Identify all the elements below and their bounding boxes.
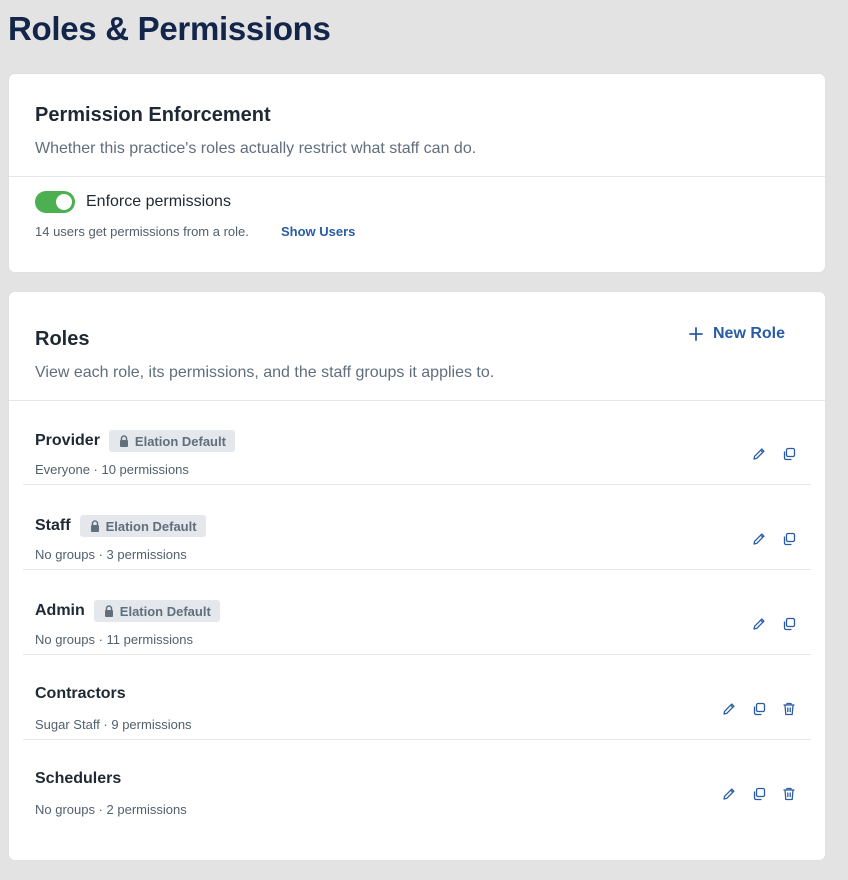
show-users-link[interactable]: Show Users: [281, 224, 355, 239]
plus-icon: [689, 327, 703, 341]
duplicate-icon[interactable]: [751, 701, 767, 717]
default-badge: Elation Default: [93, 600, 220, 622]
enforcement-subtitle: Whether this practice's roles actually r…: [35, 140, 477, 157]
duplicate-icon[interactable]: [751, 786, 767, 802]
duplicate-icon[interactable]: [781, 531, 797, 547]
users-count-note: 14 users get permissions from a role.: [35, 224, 249, 239]
role-actions: [751, 531, 797, 547]
role-name-line: Provider Elation Default: [35, 430, 235, 452]
default-badge: Elation Default: [108, 430, 235, 452]
roles-card-header: Roles View each role, its permissions, a…: [9, 292, 825, 401]
role-row: Admin Elation Default No groups · 11 per…: [23, 570, 811, 655]
duplicate-icon[interactable]: [781, 616, 797, 632]
edit-icon[interactable]: [751, 616, 767, 632]
enforcement-heading: Permission Enforcement: [35, 104, 271, 126]
role-meta: No groups · 3 permissions: [35, 547, 187, 562]
lock-icon: [104, 605, 113, 617]
role-name: Admin: [35, 602, 85, 619]
badge-label: Elation Default: [119, 603, 211, 619]
enforce-permissions-row: Enforce permissions: [35, 191, 231, 213]
roles-subtitle: View each role, its permissions, and the…: [35, 364, 495, 381]
role-actions: [751, 446, 797, 462]
default-badge: Elation Default: [79, 515, 206, 537]
badge-label: Elation Default: [105, 518, 197, 534]
role-name-line: Staff Elation Default: [35, 515, 206, 537]
duplicate-icon[interactable]: [781, 446, 797, 462]
role-actions: [721, 786, 797, 802]
roles-heading: Roles: [35, 328, 90, 350]
trash-icon[interactable]: [781, 701, 797, 717]
new-role-button[interactable]: New Role: [689, 325, 785, 343]
edit-icon[interactable]: [721, 701, 737, 717]
badge-label: Elation Default: [134, 433, 226, 449]
lock-icon: [119, 435, 128, 447]
role-meta: No groups · 2 permissions: [35, 802, 187, 817]
permission-enforcement-card: Permission Enforcement Whether this prac…: [9, 74, 825, 272]
role-meta: Sugar Staff · 9 permissions: [35, 717, 192, 732]
role-name-line: Admin Elation Default: [35, 600, 220, 622]
role-meta: No groups · 11 permissions: [35, 632, 193, 647]
roles-permissions-page: Roles & Permissions Permission Enforceme…: [0, 0, 848, 880]
lock-icon: [90, 520, 99, 532]
role-name-line: Schedulers: [35, 770, 121, 788]
role-actions: [721, 701, 797, 717]
role-name: Schedulers: [35, 770, 122, 787]
role-meta: Everyone · 10 permissions: [35, 462, 189, 477]
role-row: Staff Elation Default No groups · 3 perm…: [23, 485, 811, 570]
enforce-permissions-label: Enforce permissions: [86, 193, 231, 210]
role-row: Provider Elation Default Everyone · 10 p…: [23, 400, 811, 485]
role-actions: [751, 616, 797, 632]
edit-icon[interactable]: [721, 786, 737, 802]
trash-icon[interactable]: [781, 786, 797, 802]
role-name: Contractors: [35, 685, 126, 702]
role-list: Provider Elation Default Everyone · 10 p…: [23, 400, 811, 824]
page-title: Roles & Permissions: [8, 10, 331, 47]
role-name-line: Contractors: [35, 685, 126, 703]
new-role-label: New Role: [712, 325, 785, 342]
roles-card: Roles View each role, its permissions, a…: [9, 292, 825, 860]
enforce-permissions-toggle[interactable]: [35, 191, 75, 213]
role-name: Provider: [35, 432, 100, 449]
enforcement-card-header: Permission Enforcement Whether this prac…: [9, 74, 825, 177]
edit-icon[interactable]: [751, 531, 767, 547]
role-name: Staff: [35, 517, 71, 534]
role-row: Schedulers No groups · 2 permissions: [23, 740, 811, 824]
edit-icon[interactable]: [751, 446, 767, 462]
role-row: Contractors Sugar Staff · 9 permissions: [23, 655, 811, 740]
toggle-knob: [56, 194, 72, 210]
